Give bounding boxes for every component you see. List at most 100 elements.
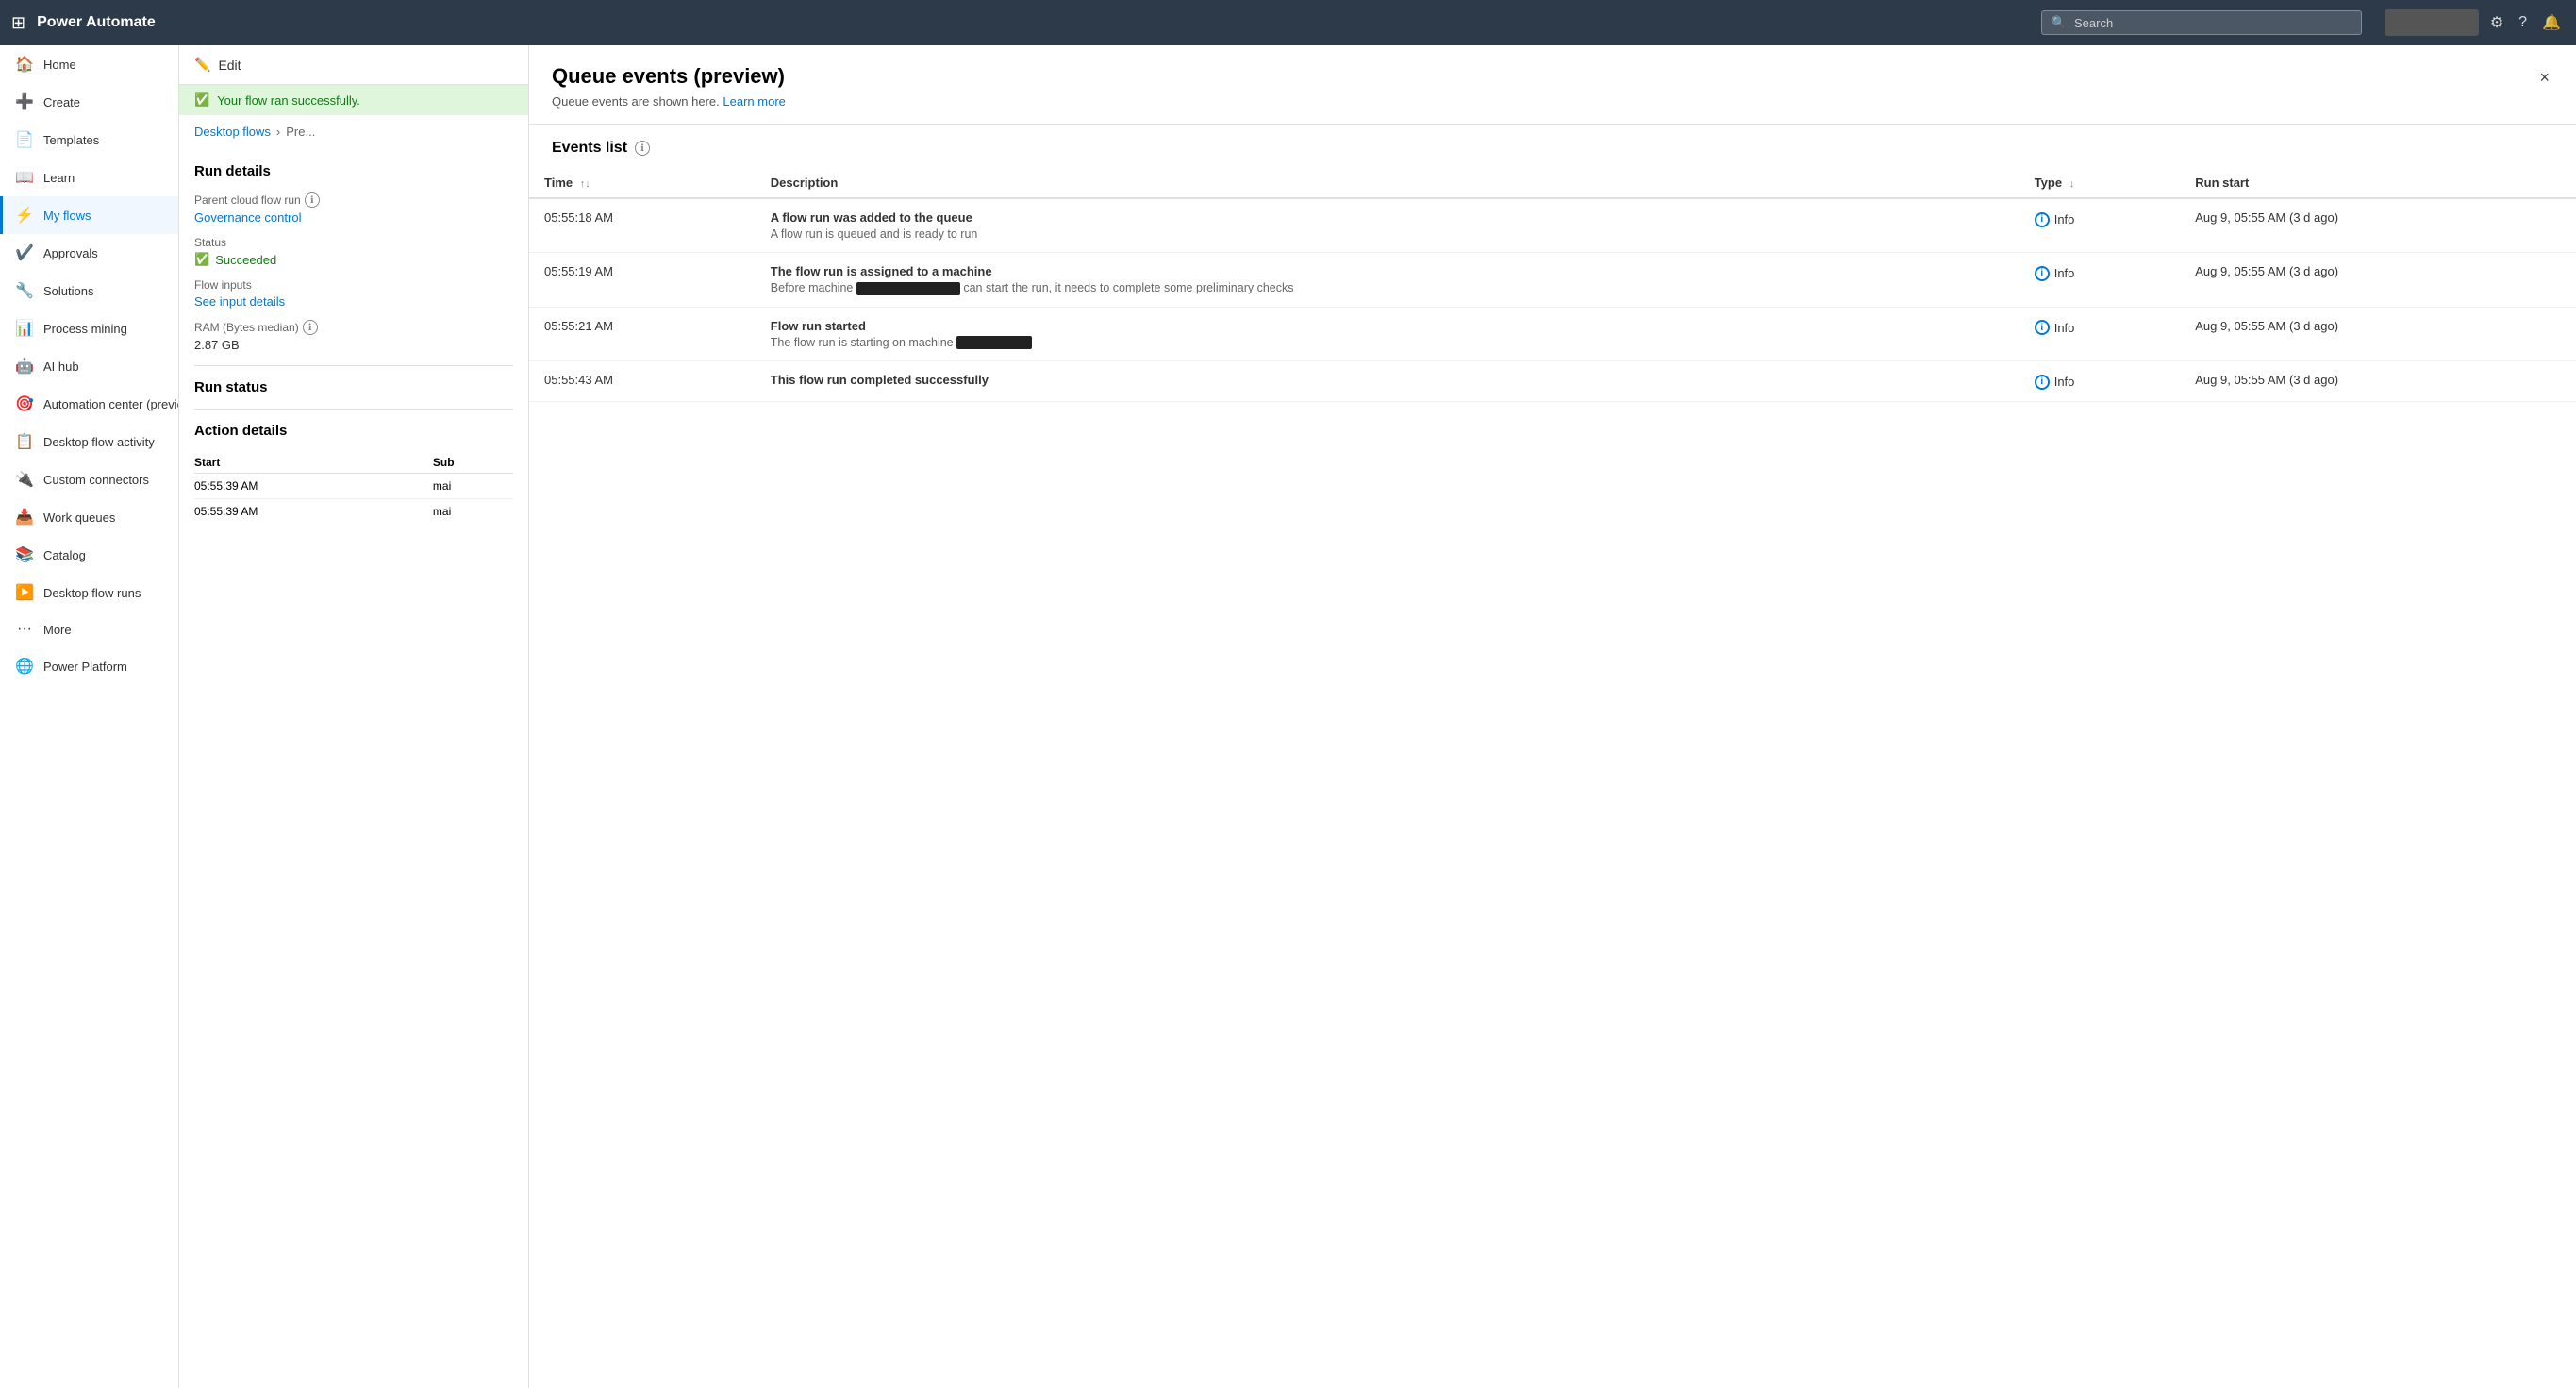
time-sort-icon[interactable]: ↑↓ <box>580 178 590 190</box>
approvals-icon: ✔️ <box>15 243 34 262</box>
action-row1-start: 05:55:39 AM <box>194 474 433 499</box>
event-row2-desc: The flow run is assigned to a machine Be… <box>756 253 2019 308</box>
event-row1-desc: A flow run was added to the queue A flow… <box>756 198 2019 253</box>
settings-icon[interactable]: ⚙ <box>2486 9 2507 36</box>
sidebar-item-create[interactable]: ➕ Create <box>0 83 178 121</box>
event-row1-time: 05:55:18 AM <box>529 198 756 253</box>
divider1 <box>194 365 513 366</box>
templates-icon: 📄 <box>15 130 34 149</box>
events-table-header-row: Time ↑↓ Description Type ↓ Run <box>529 168 2576 198</box>
parent-cloud-flow-label: Parent cloud flow run ℹ <box>194 192 513 208</box>
edit-icon: ✏️ <box>194 57 210 73</box>
sidebar-item-process-mining[interactable]: 📊 Process mining <box>0 309 178 347</box>
create-icon: ➕ <box>15 92 34 111</box>
type-sort-icon[interactable]: ↓ <box>2069 178 2075 190</box>
sidebar-item-desktop-flow-runs[interactable]: ▶️ Desktop flow runs <box>0 574 178 611</box>
see-input-details-link[interactable]: See input details <box>194 294 513 309</box>
flow-inputs-label: Flow inputs <box>194 278 513 292</box>
custom-connectors-icon: 🔌 <box>15 470 34 489</box>
learn-more-link[interactable]: Learn more <box>723 94 785 109</box>
event-row2-type: i Info <box>2019 253 2181 308</box>
event-row2-runstart: Aug 9, 05:55 AM (3 d ago) <box>2180 253 2576 308</box>
breadcrumb-flows[interactable]: Desktop flows <box>194 125 271 139</box>
action-row2-sub: mai <box>433 499 513 525</box>
catalog-icon: 📚 <box>15 545 34 564</box>
events-table: Time ↑↓ Description Type ↓ Run <box>529 168 2576 402</box>
redacted-machine-name-2 <box>856 282 960 295</box>
panel-header: Queue events (preview) Queue events are … <box>529 45 2576 125</box>
sidebar-item-solutions[interactable]: 🔧 Solutions <box>0 272 178 309</box>
event-row-4: 05:55:43 AM This flow run completed succ… <box>529 361 2576 402</box>
sidebar-item-catalog[interactable]: 📚 Catalog <box>0 536 178 574</box>
event-row4-desc: This flow run completed successfully <box>756 361 2019 402</box>
type-col-header: Type ↓ <box>2019 168 2181 198</box>
event-row3-runstart: Aug 9, 05:55 AM (3 d ago) <box>2180 307 2576 361</box>
sidebar-item-desktop-flow-activity[interactable]: 📋 Desktop flow activity <box>0 423 178 460</box>
info-circle-4: i <box>2035 375 2050 390</box>
ram-label: RAM (Bytes median) ℹ <box>194 320 513 335</box>
sidebar-item-approvals[interactable]: ✔️ Approvals <box>0 234 178 272</box>
sidebar-item-home[interactable]: 🏠 Home <box>0 45 178 83</box>
process-mining-icon: 📊 <box>15 319 34 338</box>
power-platform-icon: 🌐 <box>15 657 34 676</box>
sidebar-item-templates[interactable]: 📄 Templates <box>0 121 178 159</box>
action-row2-start: 05:55:39 AM <box>194 499 433 525</box>
type-badge-4: i Info <box>2035 375 2075 390</box>
learn-icon: 📖 <box>15 168 34 187</box>
help-icon[interactable]: ? <box>2515 10 2531 35</box>
notifications-icon[interactable]: 🔔 <box>2538 9 2565 36</box>
event-row1-type: i Info <box>2019 198 2181 253</box>
sidebar-item-power-platform[interactable]: 🌐 Power Platform <box>0 647 178 685</box>
event-row2-desc-sub: Before machine can start the run, it nee… <box>771 281 2004 295</box>
info-circle-3: i <box>2035 320 2050 335</box>
sidebar-item-more[interactable]: ··· More <box>0 611 178 647</box>
search-icon: 🔍 <box>2052 15 2067 30</box>
run-status-title: Run status <box>194 379 513 395</box>
grid-icon[interactable]: ⊞ <box>11 13 25 33</box>
home-icon: 🏠 <box>15 55 34 74</box>
governance-control-link[interactable]: Governance control <box>194 210 513 225</box>
event-row4-runstart: Aug 9, 05:55 AM (3 d ago) <box>2180 361 2576 402</box>
search-bar[interactable]: 🔍 <box>2041 10 2362 35</box>
events-list-info-icon[interactable]: ℹ <box>635 141 650 156</box>
topbar-icons: ⚙ ? 🔔 <box>2385 9 2565 36</box>
run-start-col-header: Run start <box>2180 168 2576 198</box>
app-name: Power Automate <box>37 14 156 31</box>
sidebar-item-myflows[interactable]: ⚡ My flows <box>0 196 178 234</box>
success-banner: ✅ Your flow ran successfully. <box>179 85 528 115</box>
topbar: ⊞ Power Automate 🔍 ⚙ ? 🔔 <box>0 0 2576 45</box>
sidebar-item-work-queues[interactable]: 📥 Work queues <box>0 498 178 536</box>
panel-body: Events list ℹ Time ↑↓ Description <box>529 125 2576 1388</box>
myflows-icon: ⚡ <box>15 206 34 225</box>
event-row3-desc-sub: The flow run is starting on machine <box>771 336 2004 350</box>
start-col-header: Start <box>194 452 433 474</box>
panel-header-text: Queue events (preview) Queue events are … <box>552 64 786 109</box>
work-queues-icon: 📥 <box>15 508 34 527</box>
more-icon: ··· <box>15 621 34 638</box>
sidebar-item-automation-center[interactable]: 🎯 Automation center (previe... <box>0 385 178 423</box>
type-badge-3: i Info <box>2035 320 2075 335</box>
status-value: ✅ Succeeded <box>194 252 513 267</box>
status-check-icon: ✅ <box>194 252 209 267</box>
close-button[interactable]: × <box>2535 64 2553 92</box>
redacted-machine-name-3 <box>956 336 1032 349</box>
parent-cloud-flow-info-icon[interactable]: ℹ <box>305 192 320 208</box>
ram-value: 2.87 GB <box>194 338 513 352</box>
search-input[interactable] <box>2074 16 2352 30</box>
action-row1-sub: mai <box>433 474 513 499</box>
user-avatar[interactable] <box>2385 9 2479 36</box>
sidebar-item-ai-hub[interactable]: 🤖 AI hub <box>0 347 178 385</box>
action-details-title: Action details <box>194 423 513 439</box>
edit-label[interactable]: Edit <box>218 58 241 73</box>
time-col-header: Time ↑↓ <box>529 168 756 198</box>
automation-center-icon: 🎯 <box>15 394 34 413</box>
event-row-2: 05:55:19 AM The flow run is assigned to … <box>529 253 2576 308</box>
desktop-flow-activity-icon: 📋 <box>15 432 34 451</box>
event-row-3: 05:55:21 AM Flow run started The flow ru… <box>529 307 2576 361</box>
sidebar-item-custom-connectors[interactable]: 🔌 Custom connectors <box>0 460 178 498</box>
behind-panel: ✏️ Edit ✅ Your flow ran successfully. De… <box>179 45 528 1388</box>
description-col-header: Description <box>756 168 2019 198</box>
event-row4-time: 05:55:43 AM <box>529 361 756 402</box>
ram-info-icon[interactable]: ℹ <box>303 320 318 335</box>
sidebar-item-learn[interactable]: 📖 Learn <box>0 159 178 196</box>
